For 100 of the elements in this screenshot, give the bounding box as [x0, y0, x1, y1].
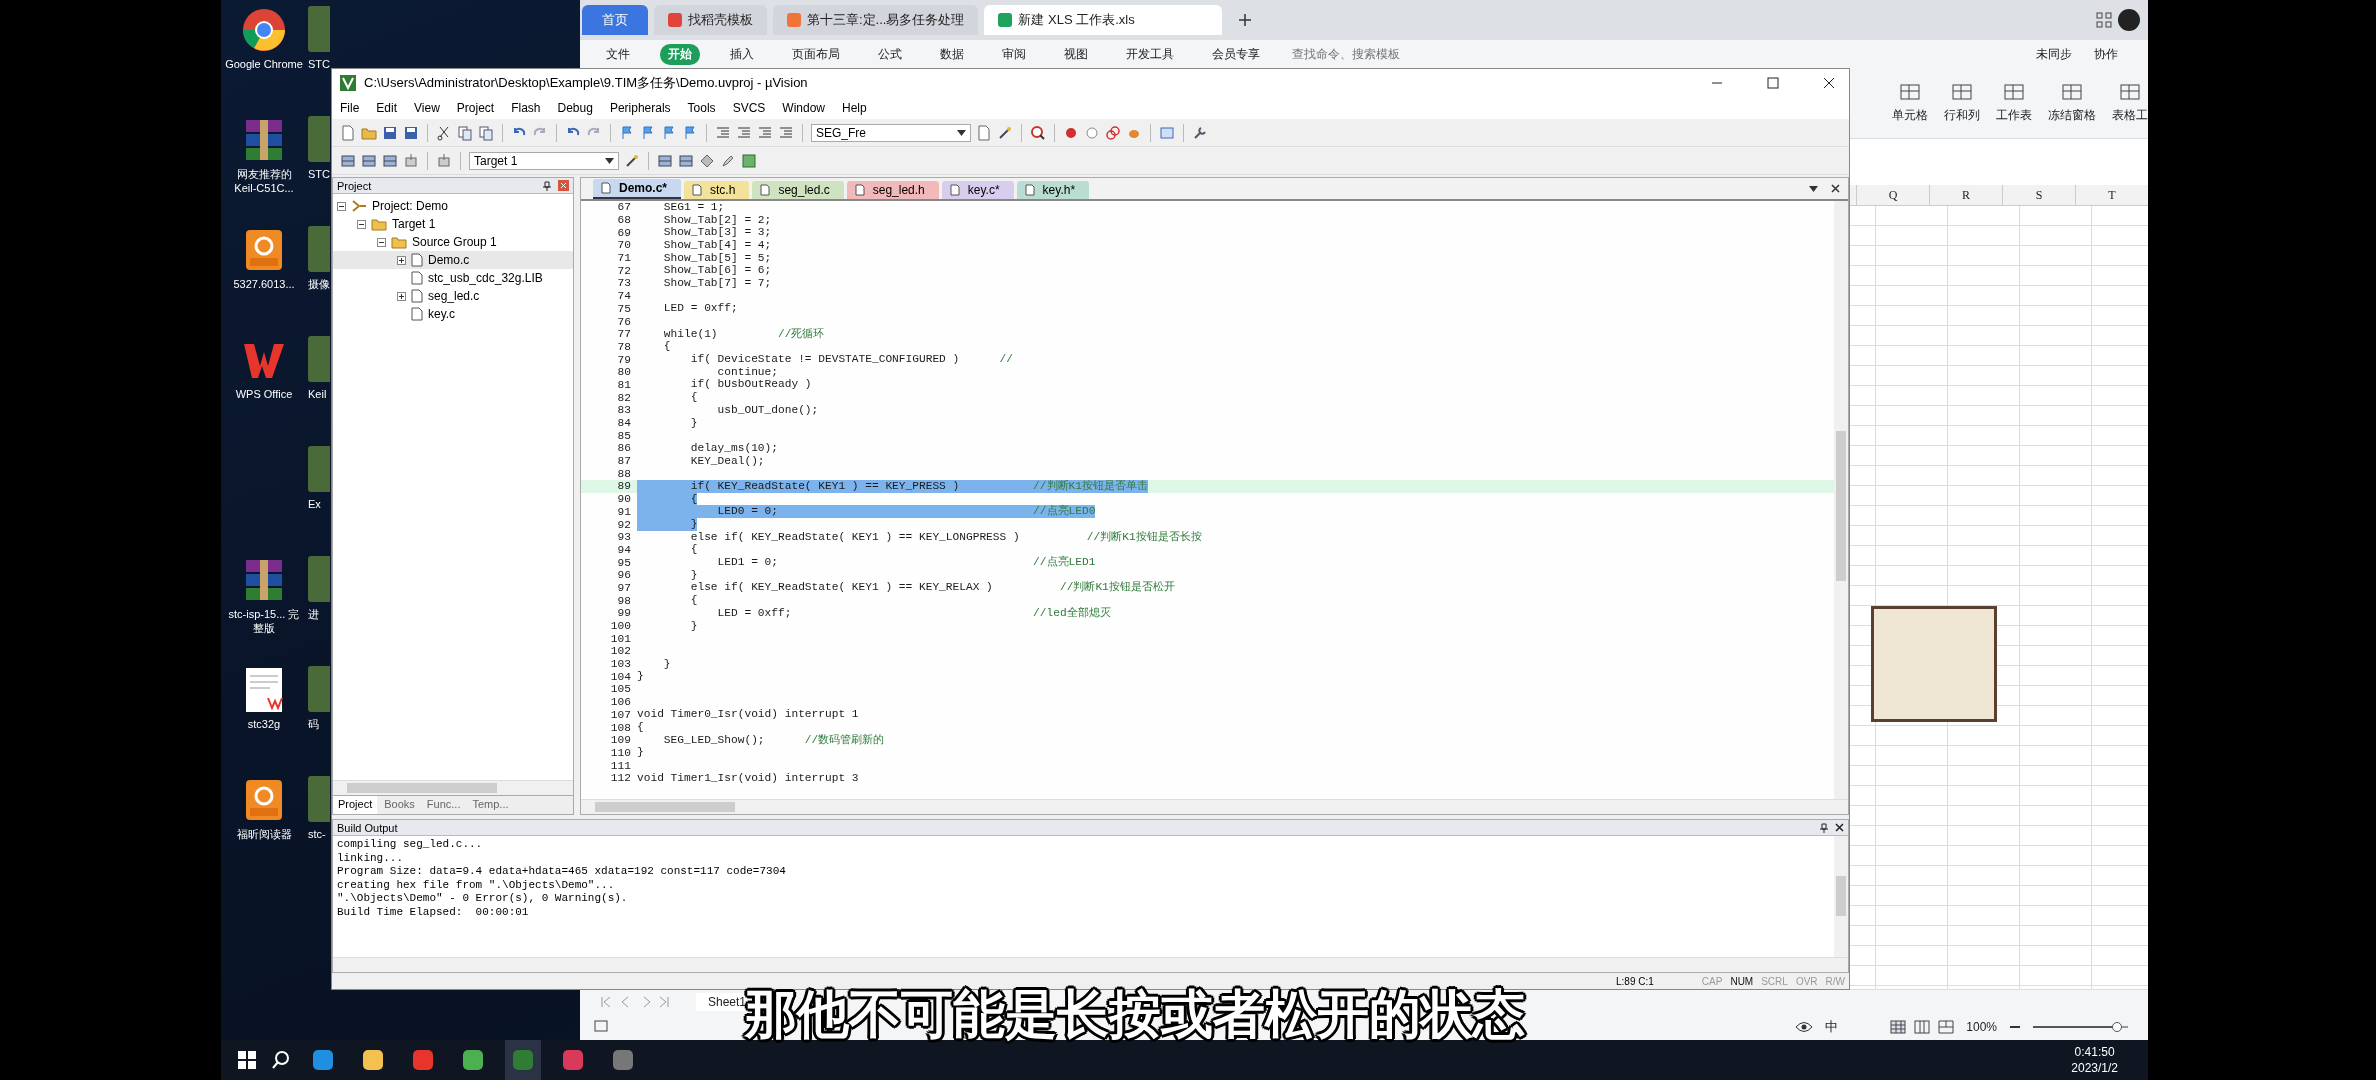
tree-item[interactable]: seg_led.c — [333, 287, 573, 305]
macro-icon[interactable] — [594, 1020, 610, 1034]
ribbon-button[interactable]: 冻结窗格 — [2048, 82, 2096, 124]
build-icon[interactable] — [382, 152, 398, 169]
expand-icon[interactable] — [397, 255, 406, 265]
new-tab-icon[interactable] — [1238, 13, 1253, 27]
eye-icon[interactable] — [1795, 1021, 1814, 1033]
file-tab[interactable]: key.h* — [1016, 181, 1090, 199]
search-icon[interactable] — [271, 1050, 291, 1070]
close-icon[interactable] — [1831, 184, 1840, 193]
menu-tab[interactable]: 页面布局 — [784, 43, 848, 65]
tree-item[interactable]: Source Group 1 — [333, 233, 573, 251]
horizontal-scrollbar[interactable] — [333, 780, 573, 795]
menu-item[interactable]: Help — [842, 101, 867, 115]
collapse-icon[interactable] — [337, 201, 346, 211]
search-icon[interactable] — [1030, 124, 1046, 141]
tree-item[interactable]: Project: Demo — [333, 197, 573, 215]
bookmark-icon[interactable] — [619, 124, 635, 141]
start-icon[interactable] — [237, 1050, 257, 1070]
ribbon-button[interactable]: 表格工 — [2112, 82, 2148, 124]
menu-tab[interactable]: 公式 — [870, 43, 910, 65]
zoom-level[interactable]: 100% — [1966, 1020, 1997, 1034]
column-header[interactable]: T — [2075, 185, 2148, 205]
menu-item[interactable]: SVCS — [732, 101, 766, 115]
circle-icon[interactable] — [1084, 124, 1100, 141]
menu-tab[interactable]: 开发工具 — [1118, 43, 1182, 65]
column-header[interactable]: Q — [1856, 185, 1929, 205]
close-icon[interactable] — [1823, 77, 1835, 89]
menu-item[interactable]: Tools — [687, 101, 716, 115]
clock-date[interactable]: 2023/1/2 — [2071, 1060, 2118, 1076]
dropdown-icon[interactable] — [1809, 185, 1818, 192]
menu-tab[interactable]: 文件 — [598, 43, 638, 65]
menu-tab[interactable]: 审阅 — [994, 43, 1034, 65]
column-header[interactable]: S — [2002, 185, 2075, 205]
panel-tab[interactable]: Books — [379, 796, 420, 814]
save-all-icon[interactable] — [403, 124, 419, 141]
document-tab[interactable]: 找稻壳模板 — [654, 5, 767, 35]
normal-view-icon[interactable] — [1890, 1020, 1907, 1034]
menu-item[interactable]: Edit — [376, 101, 398, 115]
menu-tab[interactable]: 插入 — [722, 43, 762, 65]
target-dropdown[interactable]: Target 1 — [469, 151, 619, 170]
panel-tab[interactable]: Temp... — [467, 796, 514, 814]
menu-item[interactable]: File — [340, 101, 360, 115]
file-tab[interactable]: Demo.c* — [593, 179, 682, 199]
ribbon-button[interactable]: 行和列 — [1944, 82, 1980, 124]
build-icon[interactable] — [361, 152, 377, 169]
tree-item[interactable]: Demo.c — [333, 251, 573, 269]
save-icon[interactable] — [382, 124, 398, 141]
expand-icon[interactable] — [397, 291, 406, 301]
document-tab[interactable]: 新建 XLS 工作表.xls — [984, 5, 1223, 35]
ribbon-button[interactable]: 工作表 — [1996, 82, 2032, 124]
file-tab[interactable]: seg_led.h — [846, 181, 939, 199]
avatar-icon[interactable] — [2118, 9, 2140, 31]
new-file-icon[interactable] — [340, 124, 356, 141]
outdent-icon[interactable] — [736, 124, 752, 141]
menu-tab[interactable]: 视图 — [1056, 43, 1096, 65]
tree-item[interactable]: key.c — [333, 305, 573, 323]
wand-icon[interactable] — [997, 124, 1013, 141]
horizontal-scrollbar[interactable] — [333, 957, 1848, 972]
blocks-icon[interactable] — [657, 152, 673, 169]
grid-icon[interactable] — [2096, 12, 2112, 28]
find-dropdown[interactable]: SEG_Fre — [811, 123, 971, 142]
menu-item[interactable]: Window — [782, 101, 825, 115]
paste-icon[interactable] — [478, 124, 494, 141]
document-tab[interactable]: 首页 — [582, 5, 648, 35]
indent-icon[interactable] — [715, 124, 731, 141]
collapse-icon[interactable] — [377, 237, 386, 247]
copy-icon[interactable] — [457, 124, 473, 141]
bookmark-icon[interactable] — [661, 124, 677, 141]
account-button[interactable]: 协作 — [2094, 45, 2118, 63]
rings-icon[interactable] — [1105, 124, 1121, 141]
page-view-icon[interactable] — [1914, 1020, 1931, 1034]
page-break-icon[interactable] — [1938, 1020, 1955, 1034]
bookmark-icon[interactable] — [682, 124, 698, 141]
clock-time[interactable]: 0:41:50 — [2074, 1044, 2115, 1060]
account-button[interactable]: 未同步 — [2036, 45, 2072, 63]
zoom-slider-thumb[interactable] — [2111, 1022, 2122, 1032]
wand-icon[interactable] — [624, 152, 640, 169]
menu-tab[interactable]: 会员专享 — [1204, 43, 1268, 65]
column-header[interactable]: R — [1929, 185, 2002, 205]
file-tab[interactable]: stc.h — [684, 181, 750, 199]
document-tab[interactable]: 第十三章:定...易多任务处理 — [773, 5, 979, 35]
tree-item[interactable]: stc_usb_cdc_32g.LIB — [333, 269, 573, 287]
menu-item[interactable]: Peripherals — [609, 101, 671, 115]
pin-icon[interactable] — [542, 180, 552, 191]
ribbon-button[interactable]: 单元格 — [1892, 82, 1928, 124]
close-icon[interactable] — [1835, 823, 1844, 832]
vertical-scrollbar[interactable] — [1834, 836, 1848, 957]
menu-item[interactable]: Debug — [557, 101, 593, 115]
collapse-icon[interactable] — [357, 219, 366, 229]
file-tab[interactable]: seg_led.c — [752, 181, 844, 199]
menu-item[interactable]: Flash — [511, 101, 541, 115]
input-method-indicator[interactable]: 中 — [1825, 1018, 1839, 1036]
bookmark-icon[interactable] — [640, 124, 656, 141]
file-tab[interactable]: key.c* — [941, 181, 1014, 199]
menu-item[interactable]: View — [414, 101, 440, 115]
stack-icon[interactable] — [340, 152, 356, 169]
tree-item[interactable]: Target 1 — [333, 215, 573, 233]
search-field[interactable]: 查找命令、搜索模板 — [1290, 46, 1424, 62]
panel-tab[interactable]: Func... — [421, 796, 466, 814]
